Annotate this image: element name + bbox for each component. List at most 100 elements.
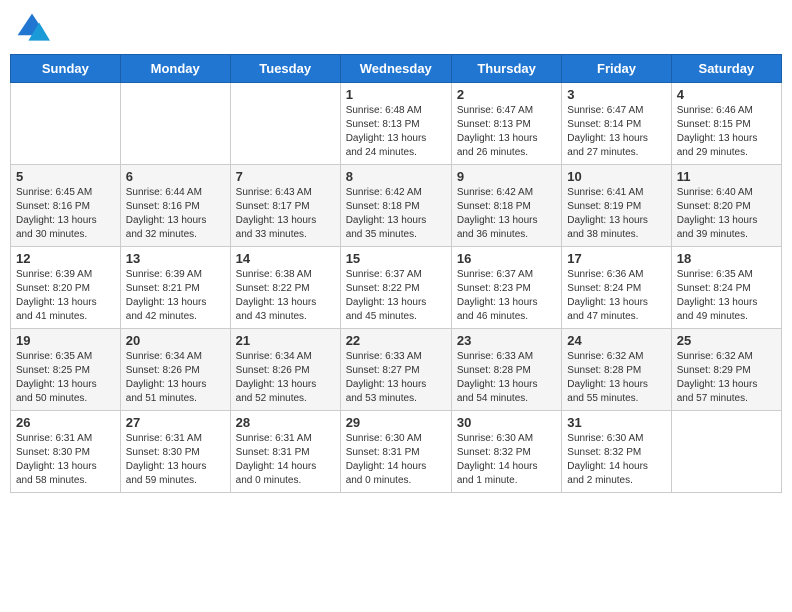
day-number: 1 (346, 87, 446, 102)
calendar-week-row: 26 Sunrise: 6:31 AM Sunset: 8:30 PM Dayli… (11, 411, 782, 493)
day-info: Sunrise: 6:33 AM Sunset: 8:28 PM Dayligh… (457, 350, 556, 406)
day-info: Sunrise: 6:35 AM Sunset: 8:25 PM Dayligh… (16, 350, 115, 406)
calendar-cell: 6 Sunrise: 6:44 AM Sunset: 8:16 PM Daylig… (120, 165, 230, 247)
day-number: 15 (346, 251, 446, 266)
calendar-cell: 23 Sunrise: 6:33 AM Sunset: 8:28 PM Dayli… (451, 329, 561, 411)
logo-icon (14, 10, 50, 46)
calendar-cell: 2 Sunrise: 6:47 AM Sunset: 8:13 PM Daylig… (451, 83, 561, 165)
calendar-cell: 17Sunrise: 6:36 AM Sunset: 8:24 PM Dayli… (562, 247, 671, 329)
day-info: Sunrise: 6:32 AM Sunset: 8:29 PM Dayligh… (677, 350, 776, 406)
day-header-saturday: Saturday (671, 55, 781, 83)
day-number: 22 (346, 333, 446, 348)
day-number: 14 (236, 251, 335, 266)
day-number: 8 (346, 169, 446, 184)
calendar-cell: 12Sunrise: 6:39 AM Sunset: 8:20 PM Dayli… (11, 247, 121, 329)
day-number: 26 (16, 415, 115, 430)
day-info: Sunrise: 6:47 AM Sunset: 8:13 PM Dayligh… (457, 104, 556, 160)
calendar-cell: 21 Sunrise: 6:34 AM Sunset: 8:26 PM Dayli… (230, 329, 340, 411)
calendar-cell: 22 Sunrise: 6:33 AM Sunset: 8:27 PM Dayli… (340, 329, 451, 411)
day-number: 10 (567, 169, 665, 184)
calendar-cell (230, 83, 340, 165)
day-number: 24 (567, 333, 665, 348)
calendar-cell: 24 Sunrise: 6:32 AM Sunset: 8:28 PM Dayli… (562, 329, 671, 411)
calendar-cell: 14 Sunrise: 6:38 AM Sunset: 8:22 PM Dayli… (230, 247, 340, 329)
calendar-cell: 31Sunrise: 6:30 AM Sunset: 8:32 PM Dayli… (562, 411, 671, 493)
day-header-monday: Monday (120, 55, 230, 83)
day-info: Sunrise: 6:38 AM Sunset: 8:22 PM Dayligh… (236, 268, 335, 324)
day-info: Sunrise: 6:37 AM Sunset: 8:23 PM Dayligh… (457, 268, 556, 324)
day-header-sunday: Sunday (11, 55, 121, 83)
calendar-cell: 7 Sunrise: 6:43 AM Sunset: 8:17 PM Daylig… (230, 165, 340, 247)
calendar-cell: 15Sunrise: 6:37 AM Sunset: 8:22 PM Dayli… (340, 247, 451, 329)
day-info: Sunrise: 6:48 AM Sunset: 8:13 PM Dayligh… (346, 104, 446, 160)
day-info: Sunrise: 6:34 AM Sunset: 8:26 PM Dayligh… (126, 350, 225, 406)
day-info: Sunrise: 6:31 AM Sunset: 8:30 PM Dayligh… (16, 432, 115, 488)
calendar-cell: 20 Sunrise: 6:34 AM Sunset: 8:26 PM Dayli… (120, 329, 230, 411)
day-number: 7 (236, 169, 335, 184)
day-number: 9 (457, 169, 556, 184)
day-info: Sunrise: 6:32 AM Sunset: 8:28 PM Dayligh… (567, 350, 665, 406)
day-info: Sunrise: 6:42 AM Sunset: 8:18 PM Dayligh… (457, 186, 556, 242)
logo (14, 10, 54, 46)
day-info: Sunrise: 6:46 AM Sunset: 8:15 PM Dayligh… (677, 104, 776, 160)
day-info: Sunrise: 6:30 AM Sunset: 8:32 PM Dayligh… (457, 432, 556, 488)
day-info: Sunrise: 6:42 AM Sunset: 8:18 PM Dayligh… (346, 186, 446, 242)
day-number: 23 (457, 333, 556, 348)
day-header-friday: Friday (562, 55, 671, 83)
day-number: 6 (126, 169, 225, 184)
day-number: 27 (126, 415, 225, 430)
day-number: 30 (457, 415, 556, 430)
calendar-cell: 25Sunrise: 6:32 AM Sunset: 8:29 PM Dayli… (671, 329, 781, 411)
day-info: Sunrise: 6:33 AM Sunset: 8:27 PM Dayligh… (346, 350, 446, 406)
day-info: Sunrise: 6:31 AM Sunset: 8:30 PM Dayligh… (126, 432, 225, 488)
day-info: Sunrise: 6:39 AM Sunset: 8:21 PM Dayligh… (126, 268, 225, 324)
day-info: Sunrise: 6:36 AM Sunset: 8:24 PM Dayligh… (567, 268, 665, 324)
day-number: 5 (16, 169, 115, 184)
day-number: 18 (677, 251, 776, 266)
calendar-cell (671, 411, 781, 493)
day-header-tuesday: Tuesday (230, 55, 340, 83)
day-info: Sunrise: 6:43 AM Sunset: 8:17 PM Dayligh… (236, 186, 335, 242)
day-number: 28 (236, 415, 335, 430)
day-header-wednesday: Wednesday (340, 55, 451, 83)
day-info: Sunrise: 6:31 AM Sunset: 8:31 PM Dayligh… (236, 432, 335, 488)
calendar-cell: 9 Sunrise: 6:42 AM Sunset: 8:18 PM Daylig… (451, 165, 561, 247)
calendar-cell: 16 Sunrise: 6:37 AM Sunset: 8:23 PM Dayli… (451, 247, 561, 329)
day-number: 11 (677, 169, 776, 184)
day-number: 20 (126, 333, 225, 348)
calendar-week-row: 19 Sunrise: 6:35 AM Sunset: 8:25 PM Dayli… (11, 329, 782, 411)
day-info: Sunrise: 6:30 AM Sunset: 8:31 PM Dayligh… (346, 432, 446, 488)
calendar-cell: 18 Sunrise: 6:35 AM Sunset: 8:24 PM Dayli… (671, 247, 781, 329)
day-info: Sunrise: 6:45 AM Sunset: 8:16 PM Dayligh… (16, 186, 115, 242)
day-number: 21 (236, 333, 335, 348)
day-info: Sunrise: 6:39 AM Sunset: 8:20 PM Dayligh… (16, 268, 115, 324)
day-header-thursday: Thursday (451, 55, 561, 83)
day-number: 13 (126, 251, 225, 266)
day-number: 3 (567, 87, 665, 102)
day-number: 31 (567, 415, 665, 430)
calendar-week-row: 5 Sunrise: 6:45 AM Sunset: 8:16 PM Daylig… (11, 165, 782, 247)
calendar-cell: 28 Sunrise: 6:31 AM Sunset: 8:31 PM Dayli… (230, 411, 340, 493)
calendar-cell: 19 Sunrise: 6:35 AM Sunset: 8:25 PM Dayli… (11, 329, 121, 411)
calendar-cell (11, 83, 121, 165)
calendar-table: SundayMondayTuesdayWednesdayThursdayFrid… (10, 54, 782, 493)
day-number: 4 (677, 87, 776, 102)
calendar-cell: 11 Sunrise: 6:40 AM Sunset: 8:20 PM Dayli… (671, 165, 781, 247)
day-info: Sunrise: 6:47 AM Sunset: 8:14 PM Dayligh… (567, 104, 665, 160)
day-info: Sunrise: 6:44 AM Sunset: 8:16 PM Dayligh… (126, 186, 225, 242)
day-info: Sunrise: 6:35 AM Sunset: 8:24 PM Dayligh… (677, 268, 776, 324)
calendar-cell: 26 Sunrise: 6:31 AM Sunset: 8:30 PM Dayli… (11, 411, 121, 493)
calendar-cell: 1 Sunrise: 6:48 AM Sunset: 8:13 PM Daylig… (340, 83, 451, 165)
calendar-cell: 5 Sunrise: 6:45 AM Sunset: 8:16 PM Daylig… (11, 165, 121, 247)
calendar-cell: 4 Sunrise: 6:46 AM Sunset: 8:15 PM Daylig… (671, 83, 781, 165)
calendar-cell: 30 Sunrise: 6:30 AM Sunset: 8:32 PM Dayli… (451, 411, 561, 493)
day-number: 16 (457, 251, 556, 266)
day-info: Sunrise: 6:40 AM Sunset: 8:20 PM Dayligh… (677, 186, 776, 242)
day-number: 29 (346, 415, 446, 430)
day-number: 2 (457, 87, 556, 102)
calendar-cell: 3 Sunrise: 6:47 AM Sunset: 8:14 PM Daylig… (562, 83, 671, 165)
day-info: Sunrise: 6:34 AM Sunset: 8:26 PM Dayligh… (236, 350, 335, 406)
day-number: 19 (16, 333, 115, 348)
calendar-cell: 8 Sunrise: 6:42 AM Sunset: 8:18 PM Daylig… (340, 165, 451, 247)
calendar-week-row: 1 Sunrise: 6:48 AM Sunset: 8:13 PM Daylig… (11, 83, 782, 165)
